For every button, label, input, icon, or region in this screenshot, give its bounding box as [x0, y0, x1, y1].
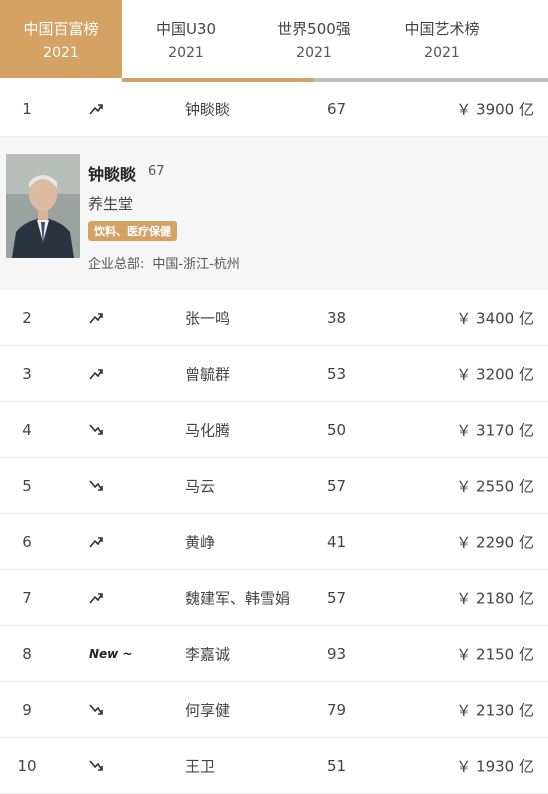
- rank: 1: [22, 100, 32, 118]
- person-age: 67: [327, 100, 347, 118]
- headquarters-value: 中国-浙江-杭州: [152, 257, 240, 272]
- wealth-value: ￥ 3170 亿: [456, 421, 534, 439]
- headquarters-label: 企业总部:: [88, 257, 145, 272]
- person-name: 何享健: [185, 701, 231, 719]
- person-age: 51: [327, 756, 347, 775]
- rank: 2: [22, 308, 32, 327]
- tab-year: 2021: [296, 44, 332, 61]
- rank: 9: [22, 700, 32, 719]
- trend-up-icon: [88, 367, 122, 381]
- headquarters: 企业总部: 中国-浙江-杭州: [88, 253, 240, 272]
- ranking-list: 1 钟睒睒 67 ￥ 3900 亿 钟睒睒 67 养生堂 饮料、医疗保健 企业总…: [0, 82, 548, 794]
- tab-year: 2021: [424, 44, 460, 61]
- tab-china-art-list[interactable]: 中国艺术榜 2021: [378, 0, 506, 78]
- rank: 4: [22, 420, 32, 439]
- detail-company: 养生堂: [88, 195, 134, 213]
- tab-year: 2021: [168, 44, 204, 61]
- table-row[interactable]: 1 钟睒睒 67 ￥ 3900 亿: [0, 82, 548, 137]
- detail-age: 67: [148, 164, 165, 179]
- rank: 5: [22, 476, 32, 495]
- person-name: 魏建军、韩雪娟: [185, 589, 291, 607]
- wealth-value: ￥ 3400 亿: [456, 309, 534, 327]
- rank: 8: [22, 644, 32, 663]
- person-age: 79: [327, 700, 347, 719]
- wealth-value: ￥ 2550 亿: [456, 477, 534, 495]
- tab-china-u30[interactable]: 中国U30 2021: [122, 0, 250, 78]
- tab-year: 2021: [43, 44, 79, 61]
- wealth-value: ￥ 2290 亿: [456, 533, 534, 551]
- trend-up-icon: [88, 535, 122, 549]
- wealth-value: ￥ 3200 亿: [456, 365, 534, 383]
- table-row[interactable]: 8 New ~ 李嘉诚 93 ￥ 2150 亿: [0, 626, 548, 682]
- person-name: 黄峥: [185, 533, 216, 551]
- table-row[interactable]: 5 马云 57 ￥ 2550 亿: [0, 458, 548, 514]
- person-age: 93: [327, 644, 347, 663]
- person-age: 38: [327, 308, 347, 327]
- table-row[interactable]: 10 王卫 51 ￥ 1930 亿: [0, 738, 548, 794]
- trend-up-icon: [88, 311, 122, 325]
- tab-label: 世界500强: [277, 19, 351, 38]
- trend-down-icon: [88, 703, 122, 717]
- tab-label: 中国艺术榜: [404, 19, 480, 38]
- person-age: 53: [327, 364, 347, 383]
- person-name: 李嘉诚: [185, 645, 231, 663]
- table-row[interactable]: 9 何享健 79 ￥ 2130 亿: [0, 682, 548, 738]
- person-name: 钟睒睒: [185, 100, 231, 119]
- person-age: 57: [327, 476, 347, 495]
- person-age: 57: [327, 588, 347, 607]
- tab-world-500[interactable]: 世界500强 2021: [250, 0, 378, 78]
- table-row[interactable]: 6 黄峥 41 ￥ 2290 亿: [0, 514, 548, 570]
- rank: 10: [17, 756, 37, 775]
- tab-china-rich-list[interactable]: 中国百富榜 2021: [0, 0, 122, 78]
- person-photo: [6, 154, 80, 258]
- wealth-value: ￥ 2130 亿: [456, 701, 534, 719]
- person-name: 曾毓群: [185, 365, 231, 383]
- wealth-value: ￥ 3900 亿: [456, 100, 534, 119]
- person-age: 50: [327, 420, 347, 439]
- table-row[interactable]: 4 马化腾 50 ￥ 3170 亿: [0, 402, 548, 458]
- wealth-value: ￥ 2180 亿: [456, 589, 534, 607]
- table-row[interactable]: 7 魏建军、韩雪娟 57 ￥ 2180 亿: [0, 570, 548, 626]
- rank: 6: [22, 532, 32, 551]
- person-name: 马化腾: [185, 421, 231, 439]
- trend-down-icon: [88, 423, 122, 437]
- expanded-detail-card: 钟睒睒 67 养生堂 饮料、医疗保健 企业总部: 中国-浙江-杭州: [0, 137, 548, 290]
- person-name: 张一鸣: [185, 309, 231, 327]
- trend-up-icon: [88, 102, 122, 116]
- tab-label: 中国百富榜: [23, 19, 99, 38]
- table-row[interactable]: 2 张一鸣 38 ￥ 3400 亿: [0, 290, 548, 346]
- table-row[interactable]: 3 曾毓群 53 ￥ 3200 亿: [0, 346, 548, 402]
- person-age: 41: [327, 532, 347, 551]
- new-entry-badge: New ~: [89, 646, 133, 661]
- detail-name: 钟睒睒: [88, 165, 137, 184]
- wealth-value: ￥ 2150 亿: [456, 645, 534, 663]
- trend-down-icon: [88, 759, 122, 773]
- trend-up-icon: [88, 591, 122, 605]
- rank: 3: [22, 364, 32, 383]
- trend-down-icon: [88, 479, 122, 493]
- person-name: 马云: [185, 477, 216, 495]
- tab-label: 中国U30: [155, 19, 217, 38]
- industry-badge: 饮料、医疗保健: [88, 221, 177, 241]
- ranking-tabs: 中国百富榜 2021 中国U30 2021 世界500强 2021 中国艺术榜 …: [0, 0, 548, 78]
- rank: 7: [22, 588, 32, 607]
